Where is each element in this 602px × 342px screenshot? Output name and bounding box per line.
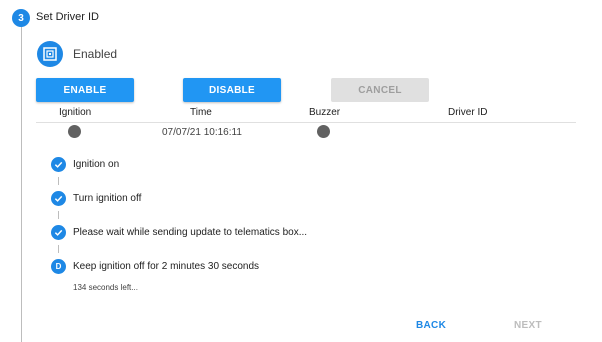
table-divider: [36, 122, 576, 123]
check-icon: [51, 225, 66, 240]
task-connector: [58, 245, 59, 253]
step-title: Set Driver ID: [36, 11, 99, 23]
column-header-buzzer: Buzzer: [309, 107, 341, 118]
cancel-button[interactable]: CANCEL: [331, 78, 429, 102]
countdown-text: 134 seconds left...: [73, 283, 138, 292]
task-keep-ignition-off: Keep ignition off for 2 minutes 30 secon…: [73, 261, 260, 272]
check-icon: [51, 191, 66, 206]
task-ignition-on: Ignition on: [73, 159, 120, 170]
disable-button[interactable]: DISABLE: [183, 78, 281, 102]
ignition-status-indicator: [68, 125, 81, 138]
column-header-ignition: Ignition: [59, 107, 92, 118]
time-cell: 07/07/21 10:16:11: [162, 127, 242, 138]
task-sending-update: Please wait while sending update to tele…: [73, 227, 308, 238]
task-active-badge: D: [51, 259, 66, 274]
enable-button[interactable]: ENABLE: [36, 78, 134, 102]
driver-id-icon: [37, 41, 63, 67]
buzzer-status-indicator: [317, 125, 330, 138]
check-icon: [51, 157, 66, 172]
status-label: Enabled: [73, 47, 118, 61]
column-header-time: Time: [190, 107, 212, 118]
task-turn-ignition-off: Turn ignition off: [73, 193, 142, 204]
task-connector: [58, 177, 59, 185]
next-button[interactable]: NEXT: [514, 320, 542, 331]
back-button[interactable]: BACK: [416, 320, 446, 331]
step-number-badge: 3: [12, 9, 30, 27]
stepper-rail: [21, 26, 22, 342]
task-connector: [58, 211, 59, 219]
column-header-driver-id: Driver ID: [448, 107, 488, 118]
